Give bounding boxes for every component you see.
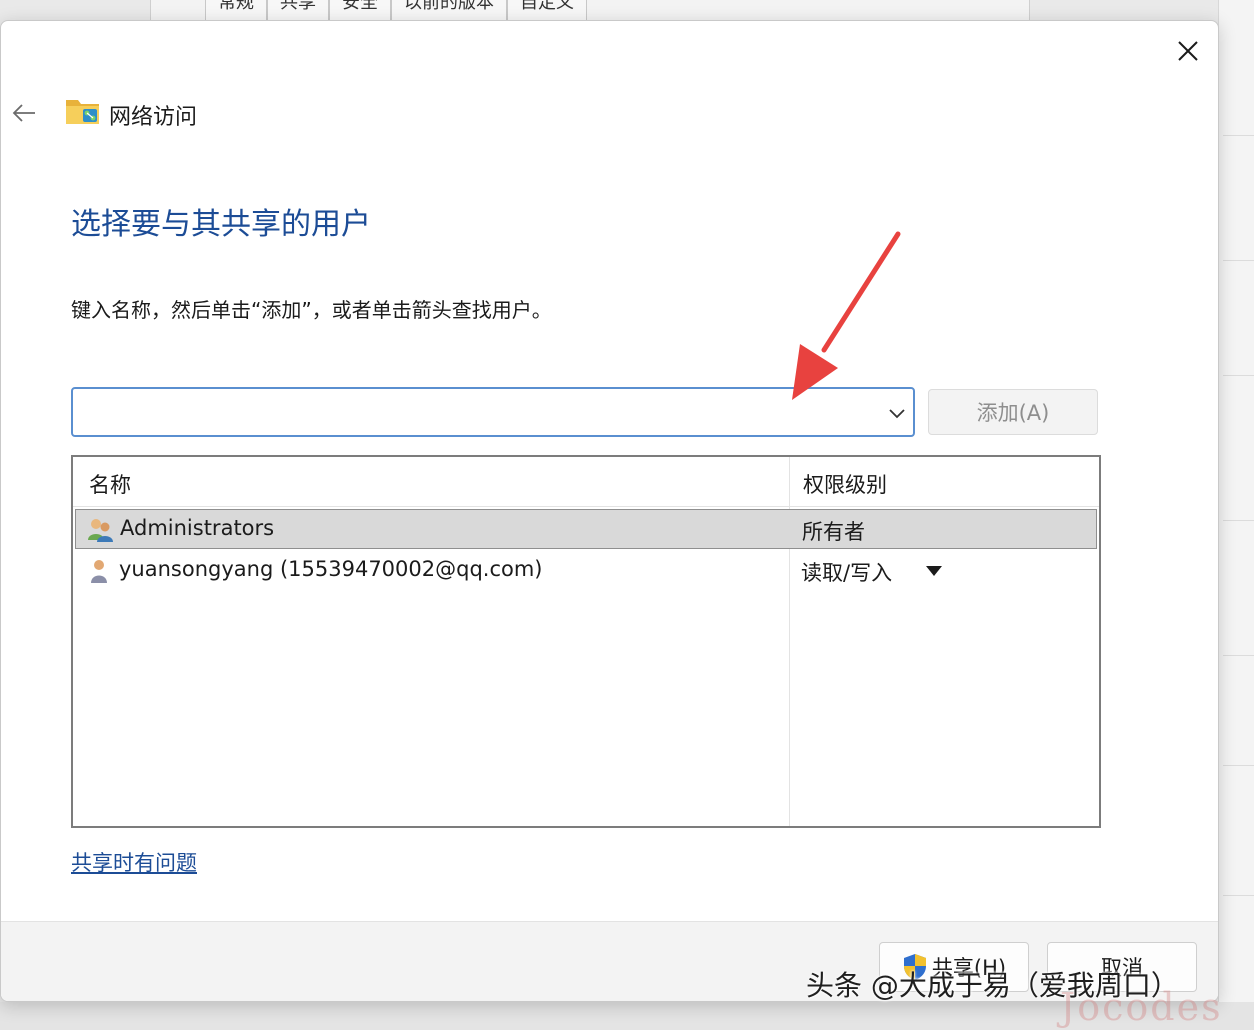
dialog-header-title: 网络访问 xyxy=(109,105,198,130)
combo-dropdown-button[interactable] xyxy=(883,399,911,427)
list-header: 名称 权限级别 xyxy=(73,457,1099,507)
row-user-name: Administrators xyxy=(120,516,275,540)
user-name-input[interactable] xyxy=(81,395,871,429)
background-tab: 共享 xyxy=(267,0,329,20)
user-group-icon xyxy=(88,519,113,542)
row-permission: 读取/写入 xyxy=(801,561,893,585)
row-permission: 所有者 xyxy=(802,520,865,544)
permission-dropdown-icon[interactable] xyxy=(925,565,943,577)
back-button[interactable] xyxy=(7,97,41,129)
table-row[interactable]: yuansongyang (15539470002@qq.com) 读取/写入 xyxy=(75,551,1097,591)
column-header-name[interactable]: 名称 xyxy=(89,469,131,499)
background-tab: 自定义 xyxy=(507,0,587,20)
page-heading: 选择要与其共享的用户 xyxy=(71,207,371,242)
user-permission-list: 名称 权限级别 Administrators 所有者 yuansongyang … xyxy=(71,455,1101,828)
arrow-left-icon xyxy=(12,104,35,122)
background-tab: 以前的版本 xyxy=(391,0,507,20)
background-tab: 常规 xyxy=(205,0,267,20)
close-button[interactable] xyxy=(1167,33,1209,69)
background-tabs: 常规 共享 安全 以前的版本 自定义 xyxy=(205,0,587,20)
network-access-dialog: 网络访问 选择要与其共享的用户 键入名称，然后单击“添加”，或者单击箭头查找用户… xyxy=(0,20,1219,1002)
instruction-text: 键入名称，然后单击“添加”，或者单击箭头查找用户。 xyxy=(71,298,552,322)
close-icon xyxy=(1178,41,1198,61)
network-folder-icon xyxy=(66,100,99,124)
column-header-permission[interactable]: 权限级别 xyxy=(803,469,887,499)
user-icon xyxy=(91,560,107,583)
add-button[interactable]: 添加(A) xyxy=(928,389,1098,435)
chevron-down-icon xyxy=(889,409,905,419)
table-row[interactable]: Administrators 所有者 xyxy=(75,509,1097,549)
user-name-combobox[interactable] xyxy=(71,387,915,437)
watermark-faint-text: Jocodes xyxy=(1060,985,1223,1029)
row-user-name: yuansongyang (15539470002@qq.com) xyxy=(119,557,543,581)
background-right-panel xyxy=(1218,0,1254,1030)
sharing-help-link[interactable]: 共享时有问题 xyxy=(71,847,197,877)
background-tab: 安全 xyxy=(329,0,391,20)
